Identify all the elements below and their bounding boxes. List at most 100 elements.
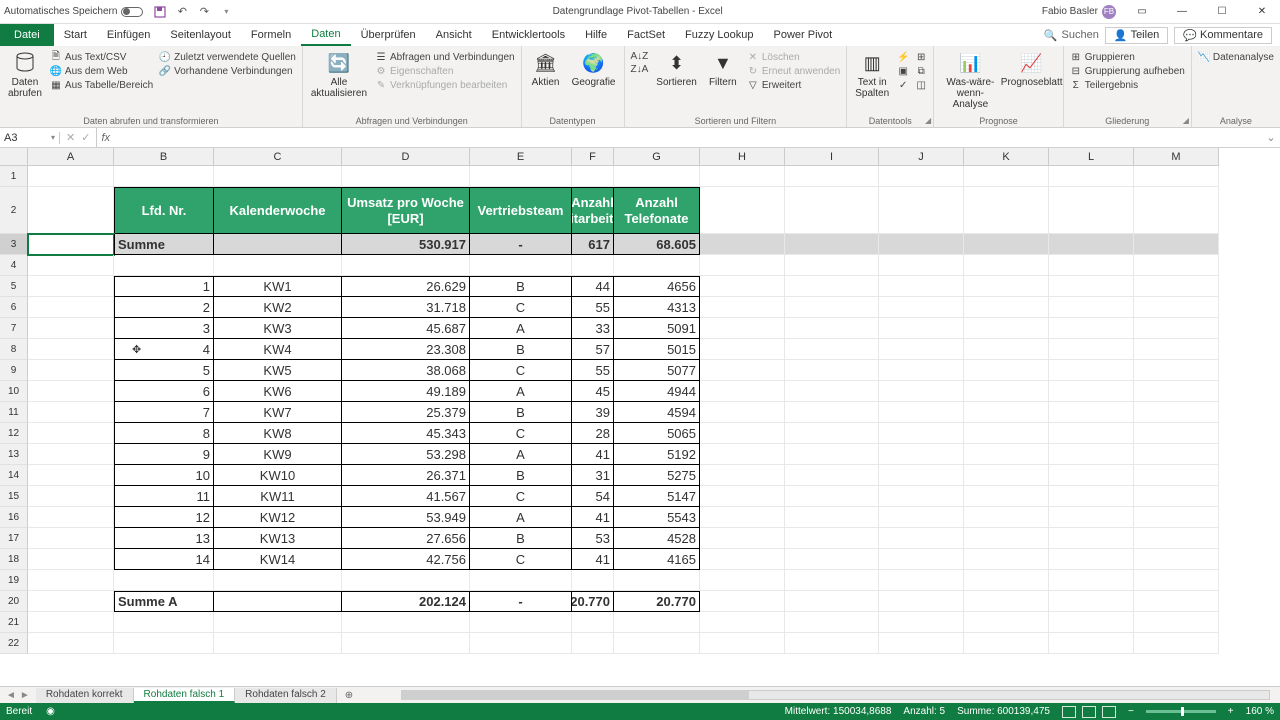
cell[interactable] [1049,187,1134,234]
cell[interactable] [28,507,114,528]
subtotal-btn[interactable]: ΣTeilergebnis [1068,78,1187,92]
cell[interactable] [614,633,700,654]
col-header-F[interactable]: F [572,148,614,166]
row-header-22[interactable]: 22 [0,633,28,654]
cell[interactable] [964,297,1049,318]
page-break-icon[interactable] [1102,706,1116,718]
cell[interactable] [114,166,214,187]
cell[interactable]: 53.949 [342,507,470,528]
zoom-out-icon[interactable]: − [1128,706,1134,717]
cell[interactable]: 41 [572,549,614,570]
cell[interactable]: B [470,339,572,360]
cell[interactable] [785,507,879,528]
cell[interactable] [964,507,1049,528]
cell[interactable] [1134,339,1219,360]
cell[interactable]: Kalenderwoche [214,187,342,234]
cell[interactable]: 41 [572,507,614,528]
cell[interactable] [964,591,1049,612]
tab-einfügen[interactable]: Einfügen [97,24,160,46]
cell[interactable] [964,549,1049,570]
cell[interactable]: 26.629 [342,276,470,297]
cell[interactable]: 53.298 [342,444,470,465]
cell[interactable] [28,297,114,318]
whatif-button[interactable]: 📊Was-wäre-wenn- Analyse [938,48,1002,112]
col-header-G[interactable]: G [614,148,700,166]
cell[interactable]: 3 [114,318,214,339]
col-header-H[interactable]: H [700,148,785,166]
cell[interactable] [572,612,614,633]
stocks-button[interactable]: 🏛Aktien [526,48,566,90]
cell[interactable] [700,339,785,360]
cell[interactable]: 4 [114,339,214,360]
cell[interactable] [28,570,114,591]
cell[interactable]: KW13 [214,528,342,549]
remove-dupes[interactable]: ▣ [895,64,911,78]
cell[interactable] [1134,381,1219,402]
user-account[interactable]: Fabio Basler FB [1042,5,1116,19]
cell[interactable] [879,166,964,187]
cell[interactable] [28,612,114,633]
horizontal-scrollbar[interactable] [401,690,1270,700]
ungroup-btn[interactable]: ⊟Gruppierung aufheben [1068,64,1187,78]
cell[interactable] [28,360,114,381]
row-header-9[interactable]: 9 [0,360,28,381]
cell[interactable]: 45 [572,381,614,402]
cell[interactable]: Anzahl Telefonate [614,187,700,234]
row-header-2[interactable]: 2 [0,187,28,234]
cell[interactable]: 6 [114,381,214,402]
cell[interactable] [700,465,785,486]
cell[interactable] [700,507,785,528]
cell[interactable] [28,591,114,612]
cell[interactable] [879,381,964,402]
cell[interactable] [1049,486,1134,507]
cell[interactable]: KW6 [214,381,342,402]
redo-icon[interactable]: ↷ [197,5,211,19]
cell[interactable] [785,612,879,633]
cell[interactable] [28,633,114,654]
row-header-18[interactable]: 18 [0,549,28,570]
cell[interactable]: Umsatz pro Woche [EUR] [342,187,470,234]
cell[interactable] [1049,402,1134,423]
cell[interactable] [614,255,700,276]
cell[interactable]: Lfd. Nr. [114,187,214,234]
ribbon-mode-icon[interactable]: ▭ [1128,2,1156,22]
cell[interactable] [1049,591,1134,612]
cell[interactable]: Vertriebsteam [470,187,572,234]
cell[interactable] [1049,444,1134,465]
from-table[interactable]: ▦Aus Tabelle/Bereich [48,78,155,92]
col-header-I[interactable]: I [785,148,879,166]
cell[interactable]: 38.068 [342,360,470,381]
cell[interactable] [1049,528,1134,549]
sheet-nav-next-icon[interactable]: ► [20,690,30,701]
tab-seitenlayout[interactable]: Seitenlayout [160,24,241,46]
cell[interactable] [470,633,572,654]
cell[interactable] [342,570,470,591]
cell[interactable] [700,297,785,318]
cell[interactable] [879,549,964,570]
cell[interactable] [114,255,214,276]
cell[interactable]: B [470,465,572,486]
cell[interactable]: 4594 [614,402,700,423]
cell[interactable]: 49.189 [342,381,470,402]
cell[interactable] [214,612,342,633]
row-header-21[interactable]: 21 [0,612,28,633]
col-header-D[interactable]: D [342,148,470,166]
cell[interactable]: C [470,297,572,318]
cell[interactable]: 45.343 [342,423,470,444]
cell[interactable] [964,234,1049,255]
row-header-17[interactable]: 17 [0,528,28,549]
cell[interactable] [700,423,785,444]
row-header-12[interactable]: 12 [0,423,28,444]
consolidate[interactable]: ⊞ [913,50,929,64]
cell[interactable] [700,591,785,612]
cell[interactable] [114,633,214,654]
tab-power pivot[interactable]: Power Pivot [764,24,843,46]
minimize-icon[interactable]: — [1168,2,1196,22]
cell[interactable] [1134,570,1219,591]
cell[interactable] [1049,234,1134,255]
cell[interactable] [1134,360,1219,381]
cell[interactable]: Summe A [114,591,214,612]
cell[interactable] [879,234,964,255]
cell[interactable] [700,255,785,276]
cell[interactable] [879,528,964,549]
